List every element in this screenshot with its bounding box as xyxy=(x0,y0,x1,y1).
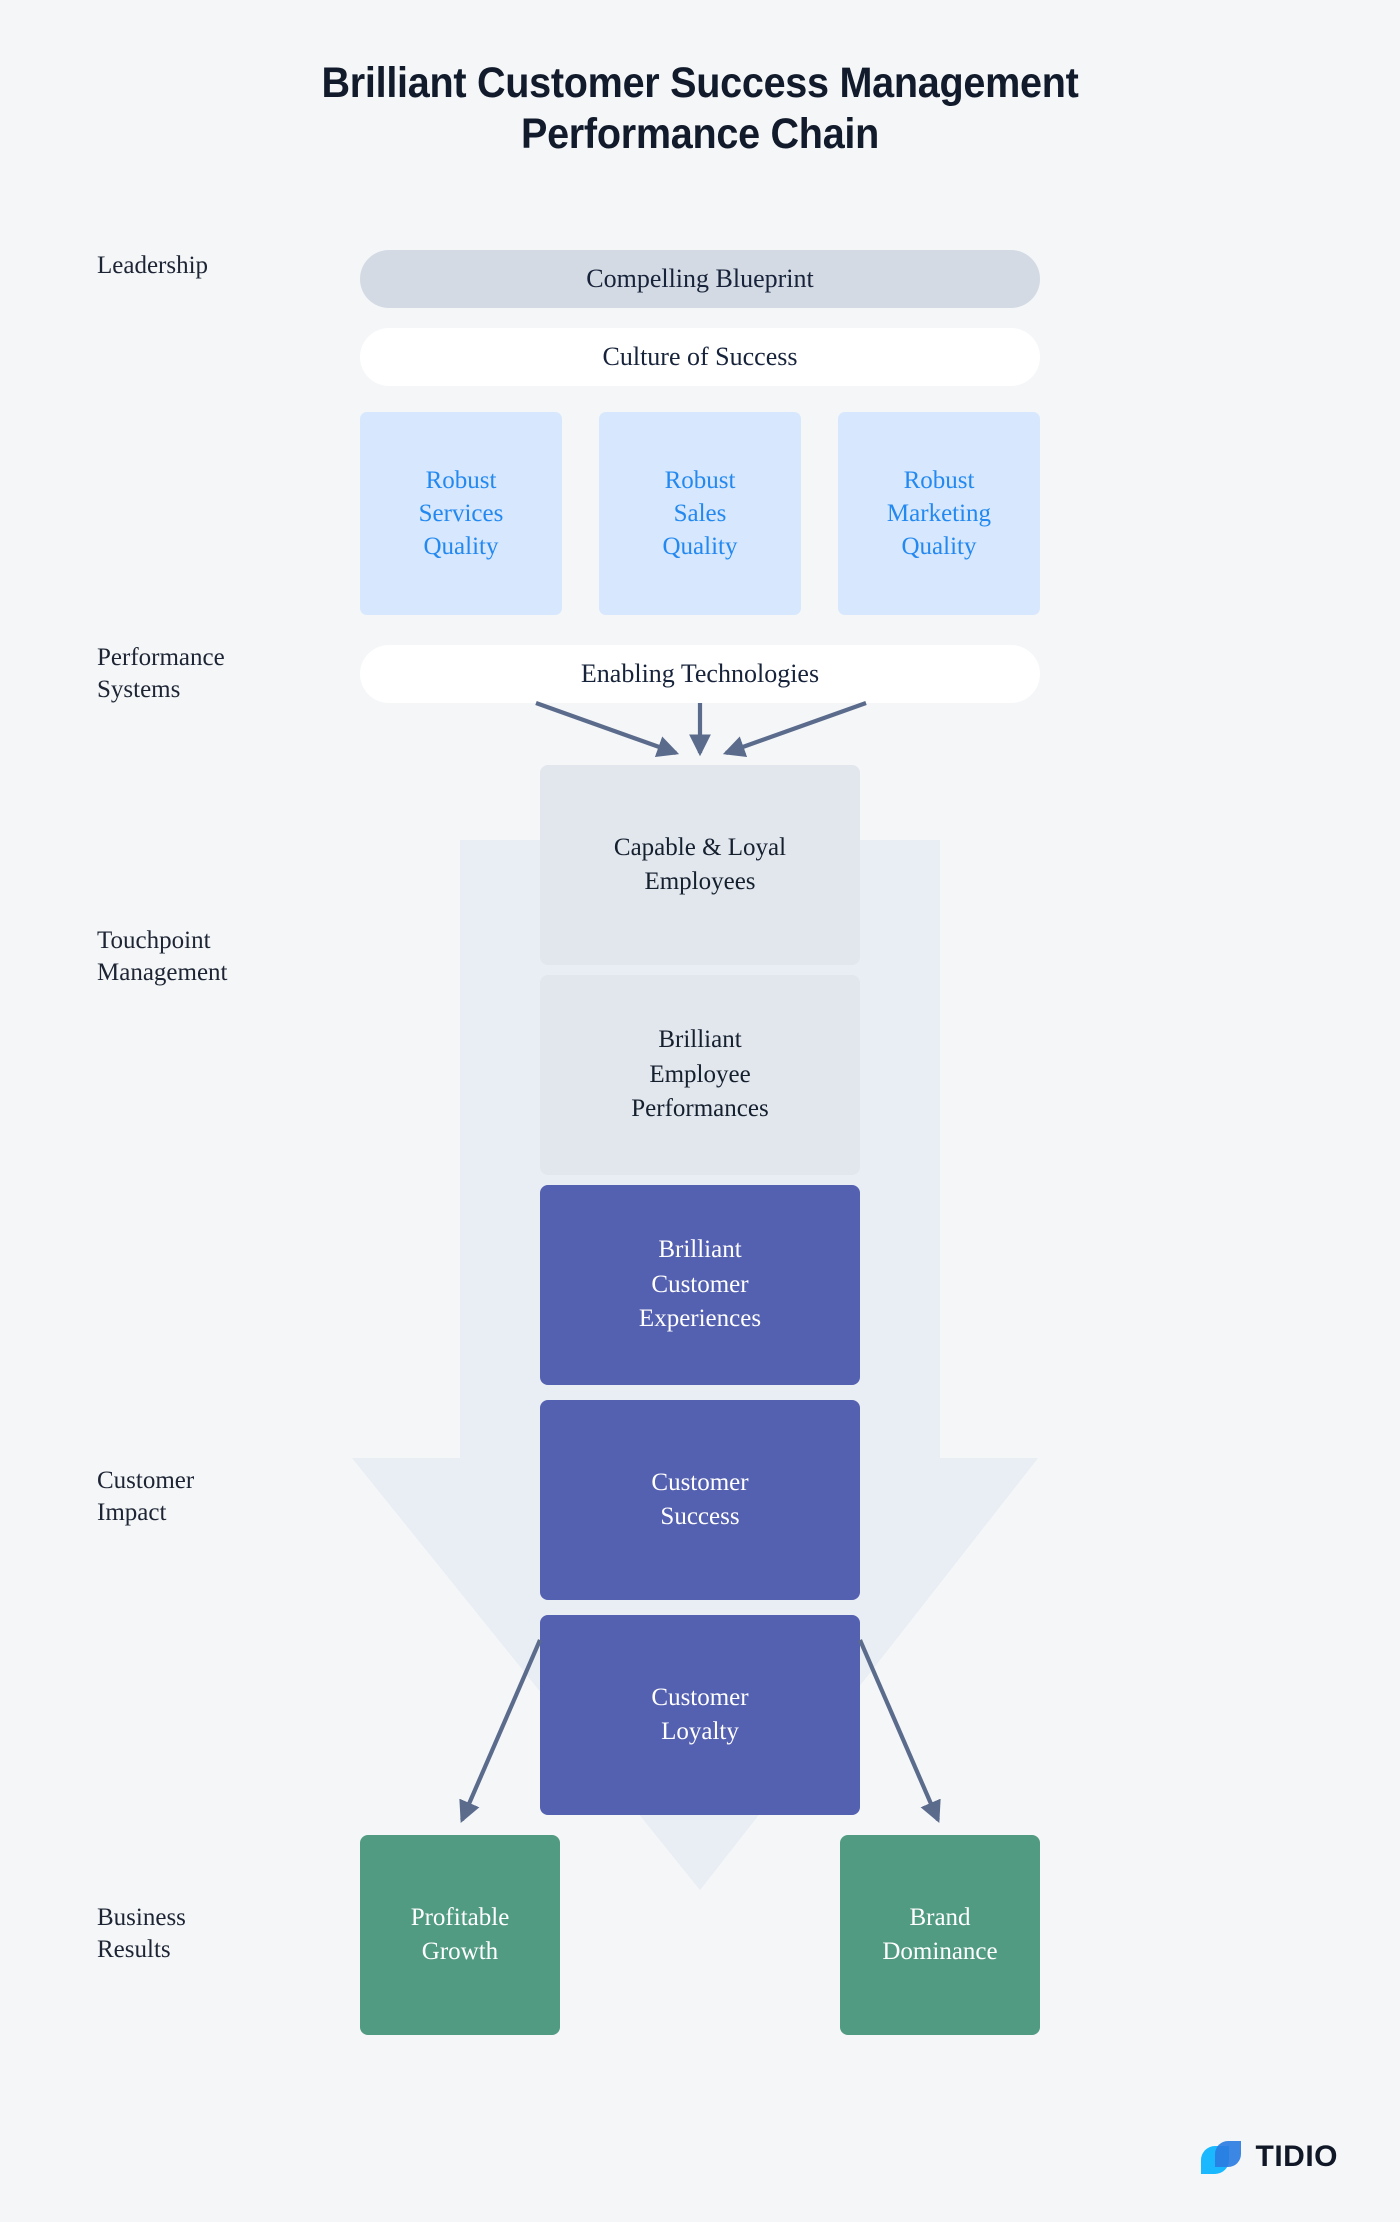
stage-label-customer-impact: Customer Impact xyxy=(97,1465,327,1529)
stage-label-line-1: Customer xyxy=(97,1467,195,1494)
box-line-3: Quality xyxy=(901,533,977,560)
arrow-loyalty-to-profitable-growth xyxy=(459,1639,542,1824)
box-line-3: Performances xyxy=(631,1095,769,1123)
box-line-2: Employees xyxy=(644,868,756,895)
box-customer-loyalty[interactable]: Customer Loyalty xyxy=(540,1615,860,1815)
stage-label-line-1: Leadership xyxy=(97,252,209,279)
box-brand-dominance[interactable]: Brand Dominance xyxy=(840,1835,1040,2035)
tidio-logo-text: TIDIO xyxy=(1255,2140,1338,2173)
box-line-1: Brilliant xyxy=(658,1236,742,1264)
diagram-canvas: Brilliant Customer Success Management Pe… xyxy=(0,0,1400,2222)
stage-label-line-2: Management xyxy=(97,959,228,986)
arrow-tech-to-employees-right xyxy=(722,701,867,758)
box-line-3: Quality xyxy=(662,533,738,560)
tidio-logo: TIDIO xyxy=(1199,2134,1339,2180)
stage-label-line-2: Impact xyxy=(97,1499,167,1526)
box-capable-loyal-employees[interactable]: Capable & Loyal Employees xyxy=(540,765,860,965)
box-line-1: Capable & Loyal xyxy=(613,833,787,861)
box-customer-success[interactable]: Customer Success xyxy=(540,1400,860,1600)
title-line-2: Performance Chain xyxy=(520,109,880,158)
box-line-2: Growth xyxy=(421,1938,499,1965)
arrow-loyalty-to-brand-dominance xyxy=(858,1639,941,1824)
stage-label-leadership: Leadership xyxy=(97,250,327,282)
stage-label-line-2: Results xyxy=(97,1936,171,1963)
pill-enabling-technologies[interactable]: Enabling Technologies xyxy=(360,645,1040,703)
pill-label: Enabling Technologies xyxy=(580,659,820,688)
box-line-2: Customer xyxy=(651,1270,749,1298)
box-line-2: Sales xyxy=(673,500,727,527)
box-line-3: Quality xyxy=(423,533,499,560)
stage-label-touchpoint-management: Touchpoint Management xyxy=(97,925,327,989)
box-robust-services-quality[interactable]: Robust Services Quality xyxy=(360,412,562,615)
box-line-2: Loyalty xyxy=(661,1718,739,1745)
box-line-1: Brilliant xyxy=(658,1026,742,1054)
box-line-2: Marketing xyxy=(886,500,992,527)
page-title: Brilliant Customer Success Management Pe… xyxy=(56,58,1344,159)
box-line-2: Services xyxy=(418,500,504,527)
pill-culture-of-success[interactable]: Culture of Success xyxy=(360,328,1040,386)
box-profitable-growth[interactable]: Profitable Growth xyxy=(360,1835,560,2035)
box-line-1: Robust xyxy=(903,467,975,494)
tidio-logo-mark xyxy=(1200,2141,1241,2174)
box-line-1: Customer xyxy=(651,1468,749,1496)
stage-label-line-1: Touchpoint xyxy=(97,927,211,954)
box-line-3: Experiences xyxy=(638,1305,762,1333)
stage-label-business-results: Business Results xyxy=(97,1902,327,1966)
pill-label: Culture of Success xyxy=(602,342,798,371)
stage-label-line-1: Business xyxy=(97,1904,186,1931)
box-line-1: Robust xyxy=(664,467,736,494)
pill-compelling-blueprint[interactable]: Compelling Blueprint xyxy=(360,250,1040,308)
pill-label: Compelling Blueprint xyxy=(586,264,814,293)
box-robust-sales-quality[interactable]: Robust Sales Quality xyxy=(599,412,801,615)
title-line-1: Brilliant Customer Success Management xyxy=(321,59,1079,107)
box-line-1: Customer xyxy=(651,1683,749,1711)
stage-label-performance-systems: Performance Systems xyxy=(97,642,327,706)
arrow-tech-to-employees-left xyxy=(535,701,680,758)
box-line-1: Brand xyxy=(909,1904,971,1932)
box-line-2: Dominance xyxy=(882,1938,998,1965)
box-line-2: Success xyxy=(660,1503,740,1530)
box-line-2: Employee xyxy=(649,1060,751,1088)
box-brilliant-employee-performances[interactable]: Brilliant Employee Performances xyxy=(540,975,860,1175)
box-line-1: Profitable xyxy=(410,1904,510,1932)
stage-label-line-1: Performance xyxy=(97,644,225,671)
box-robust-marketing-quality[interactable]: Robust Marketing Quality xyxy=(838,412,1040,615)
box-line-1: Robust xyxy=(425,467,497,494)
box-brilliant-customer-experiences[interactable]: Brilliant Customer Experiences xyxy=(540,1185,860,1385)
stage-label-line-2: Systems xyxy=(97,676,181,703)
